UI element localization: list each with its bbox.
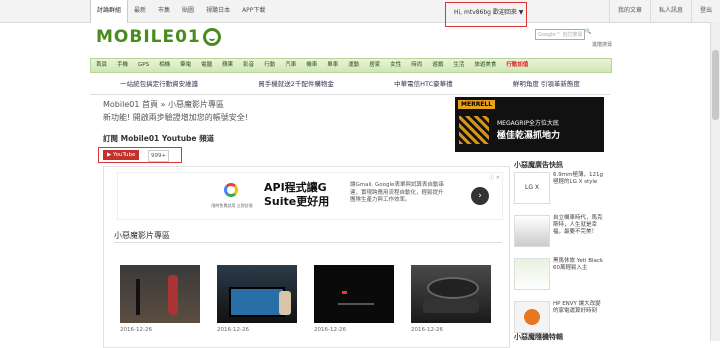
nav-item-hot[interactable]: 行動加值: [501, 59, 533, 72]
main-nav: 首頁 手機 GPS 相機 筆電 電腦 蘋果 影音 行動 汽車 機車 單車 運動 …: [90, 58, 612, 73]
breadcrumb[interactable]: Mobile01 首頁 » 小惡魔影片專區: [103, 99, 224, 110]
g-suite-logo: 限時免費試用 立即註冊: [208, 179, 253, 213]
video-date: 2016-12-26: [411, 327, 443, 333]
nav-item[interactable]: 行動: [259, 59, 280, 72]
section-title: 小惡魔影片專區: [114, 231, 170, 240]
nav-item[interactable]: GPS: [133, 59, 154, 72]
scrollbar-thumb[interactable]: [712, 50, 719, 120]
video-thumbnail[interactable]: [217, 265, 297, 323]
promo-link[interactable]: 中華電信HTC豪華禮: [394, 77, 453, 91]
promo-link[interactable]: 買手機就送2千配件購物金: [258, 77, 334, 91]
tab-japan[interactable]: 視聽日本: [200, 0, 236, 22]
promo-link[interactable]: 一站統包搞定行動資安維護: [120, 77, 198, 91]
ad-thumbnail[interactable]: LG X: [514, 172, 550, 204]
user-greeting-highlight[interactable]: Hi, mtv86bg 歡迎回來 ▼: [445, 2, 527, 27]
nav-item[interactable]: 居家: [364, 59, 385, 72]
ad-caption: 限時免費試用 立即註冊: [211, 203, 253, 208]
g-suite-icon: [224, 183, 238, 197]
tab-market[interactable]: 市集: [152, 0, 176, 22]
video-date: 2016-12-26: [120, 327, 152, 333]
my-posts-link[interactable]: 我的文章: [608, 0, 650, 22]
video-thumbnail[interactable]: [120, 265, 200, 323]
ad-headline[interactable]: API程式讓G Suite更好用: [264, 181, 344, 209]
sidebar-ad-item[interactable]: 自立機車時代，馬克斯特，人生就是幸福，最要不完美！: [514, 215, 604, 256]
video-list: 2016-12-26 2016-12-26 2016-12-26 2016-12…: [120, 265, 500, 333]
sidebar-heading: 小惡魔廣告快訊: [514, 161, 563, 169]
top-bar: 討論群組 最新 市集 貼圖 視聽日本 APP下載 我的文章 私人訊息 登出: [0, 0, 720, 23]
nav-item[interactable]: 蘋果: [217, 59, 238, 72]
top-tabs: 討論群組 最新 市集 貼圖 視聽日本 APP下載: [90, 0, 271, 23]
nav-item[interactable]: 機車: [301, 59, 322, 72]
ad-text[interactable]: 6.9mm極薄，121g極輕的LG X style: [553, 172, 604, 186]
sidebar: 小惡魔廣告快訊 LG X 6.9mm極薄，121g極輕的LG X style 自…: [514, 160, 604, 342]
nav-item[interactable]: 筆電: [175, 59, 196, 72]
video-card[interactable]: 2016-12-26: [411, 265, 491, 333]
subscriber-count: 999+: [148, 150, 170, 162]
user-greeting[interactable]: Hi, mtv86bg 歡迎回來 ▼: [454, 7, 523, 16]
video-card[interactable]: 2016-12-26: [120, 265, 200, 333]
video-thumbnail[interactable]: [314, 265, 394, 323]
top-right-links: 我的文章 私人訊息 登出: [507, 0, 720, 22]
advanced-search-link[interactable]: 進階搜尋: [592, 41, 612, 48]
tab-latest[interactable]: 最新: [128, 0, 152, 22]
ad-text[interactable]: 黑馬休旅 Yeti Black 60萬輕鬆入主: [553, 258, 604, 272]
chevron-right-icon[interactable]: ›: [471, 187, 489, 205]
scrollbar[interactable]: [710, 22, 720, 341]
video-card[interactable]: 2016-12-26: [314, 265, 394, 333]
google-ad-banner[interactable]: 限時免費試用 立即註冊 API程式讓G Suite更好用 讓Gmail, Goo…: [117, 172, 503, 220]
nav-item[interactable]: 單車: [322, 59, 343, 72]
video-date: 2016-12-26: [314, 327, 346, 333]
video-date: 2016-12-26: [217, 327, 249, 333]
tab-forum[interactable]: 討論群組: [90, 0, 129, 23]
sidebar-ad-item[interactable]: 黑馬休旅 Yeti Black 60萬輕鬆入主: [514, 258, 604, 299]
promo-link[interactable]: 鮮明角度 引領革新態度: [513, 77, 580, 91]
merrell-line1: MEGAGRIP全方位大底: [497, 120, 559, 127]
logout-link[interactable]: 登出: [690, 0, 720, 22]
ad-thumbnail[interactable]: [514, 258, 550, 290]
logo-text: MOBILE01: [96, 27, 201, 47]
shoe-sole-image: [459, 116, 489, 144]
nav-item[interactable]: 女性: [385, 59, 406, 72]
nav-item[interactable]: 運動: [343, 59, 364, 72]
adchoices-icon[interactable]: ⓘ ✕: [489, 174, 500, 181]
nav-item[interactable]: 相機: [154, 59, 175, 72]
security-notice[interactable]: 新功能! 開啟兩步驗證增加您的帳號安全!: [103, 112, 248, 123]
merrell-banner-ad[interactable]: MERRELL MEGAGRIP全方位大底 極佳乾濕抓地力: [455, 97, 604, 152]
tab-app[interactable]: APP下載: [236, 0, 271, 22]
ad-description: 讓Gmail, Google表單與試算表自動串連，實現跨應用流程自動化，輕鬆提升…: [350, 182, 444, 203]
ad-thumbnail[interactable]: [514, 301, 550, 333]
nav-item[interactable]: 手機: [112, 59, 133, 72]
ad-text[interactable]: 自立機車時代，馬克斯特，人生就是幸福，最要不完美！: [553, 215, 604, 236]
ad-thumbnail[interactable]: [514, 215, 550, 247]
search-icon[interactable]: 🔍: [585, 29, 591, 35]
video-thumbnail[interactable]: [411, 265, 491, 323]
devil-face-icon: [202, 28, 221, 46]
main-content: 限時免費試用 立即註冊 API程式讓G Suite更好用 讓Gmail, Goo…: [103, 166, 510, 348]
ad-text[interactable]: HP ENVY 讓大改變的家電運算好時刻: [553, 301, 604, 315]
nav-item[interactable]: 影音: [238, 59, 259, 72]
nav-item[interactable]: 汽車: [280, 59, 301, 72]
youtube-subscribe-button[interactable]: ▶ YouTube: [103, 150, 140, 160]
merrell-line2: 極佳乾濕抓地力: [497, 131, 561, 141]
promo-links: 一站統包搞定行動資安維護 買手機就送2千配件購物金 中華電信HTC豪華禮 鮮明角…: [90, 77, 610, 91]
search-placeholder: Google™ 自訂搜尋: [538, 32, 583, 38]
nav-item[interactable]: 首頁: [91, 59, 112, 72]
nav-item[interactable]: 時尚: [406, 59, 427, 72]
messages-link[interactable]: 私人訊息: [649, 0, 691, 22]
nav-item[interactable]: 旅遊美食: [469, 59, 501, 72]
divider: [114, 242, 502, 243]
nav-item[interactable]: 生活: [448, 59, 469, 72]
youtube-label: YouTube: [112, 152, 136, 158]
sidebar-ad-item[interactable]: LG X 6.9mm極薄，121g極輕的LG X style: [514, 172, 604, 213]
video-card[interactable]: 2016-12-26: [217, 265, 297, 333]
divider: [90, 94, 610, 95]
subscribe-title: 訂閱 Mobile01 Youtube 頻道: [103, 134, 215, 143]
nav-item[interactable]: 電腦: [196, 59, 217, 72]
tab-photos[interactable]: 貼圖: [176, 0, 200, 22]
merrell-logo: MERRELL: [458, 100, 496, 109]
site-logo[interactable]: MOBILE01: [96, 26, 221, 48]
search-input[interactable]: Google™ 自訂搜尋: [535, 29, 585, 40]
nav-item[interactable]: 遊戲: [427, 59, 448, 72]
